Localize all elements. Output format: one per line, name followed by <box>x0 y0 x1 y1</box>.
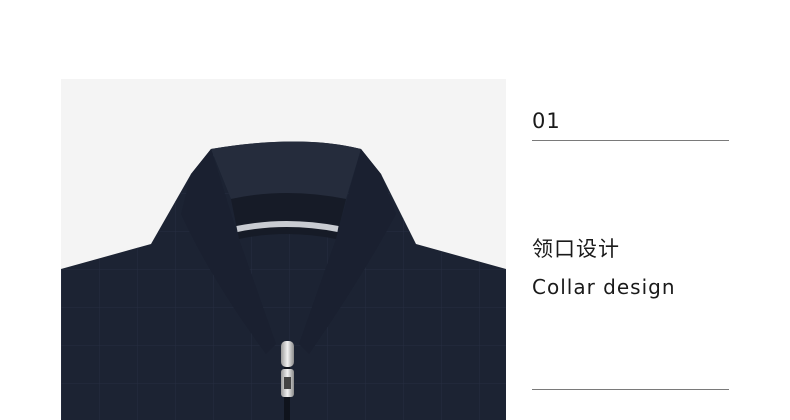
section-title-cn: 领口设计 <box>532 237 620 261</box>
divider-bottom <box>532 389 729 390</box>
jacket-collar-photo <box>61 79 506 420</box>
divider-top <box>532 140 729 141</box>
section-index: 01 <box>532 109 561 133</box>
section-title-en: Collar design <box>532 275 676 299</box>
